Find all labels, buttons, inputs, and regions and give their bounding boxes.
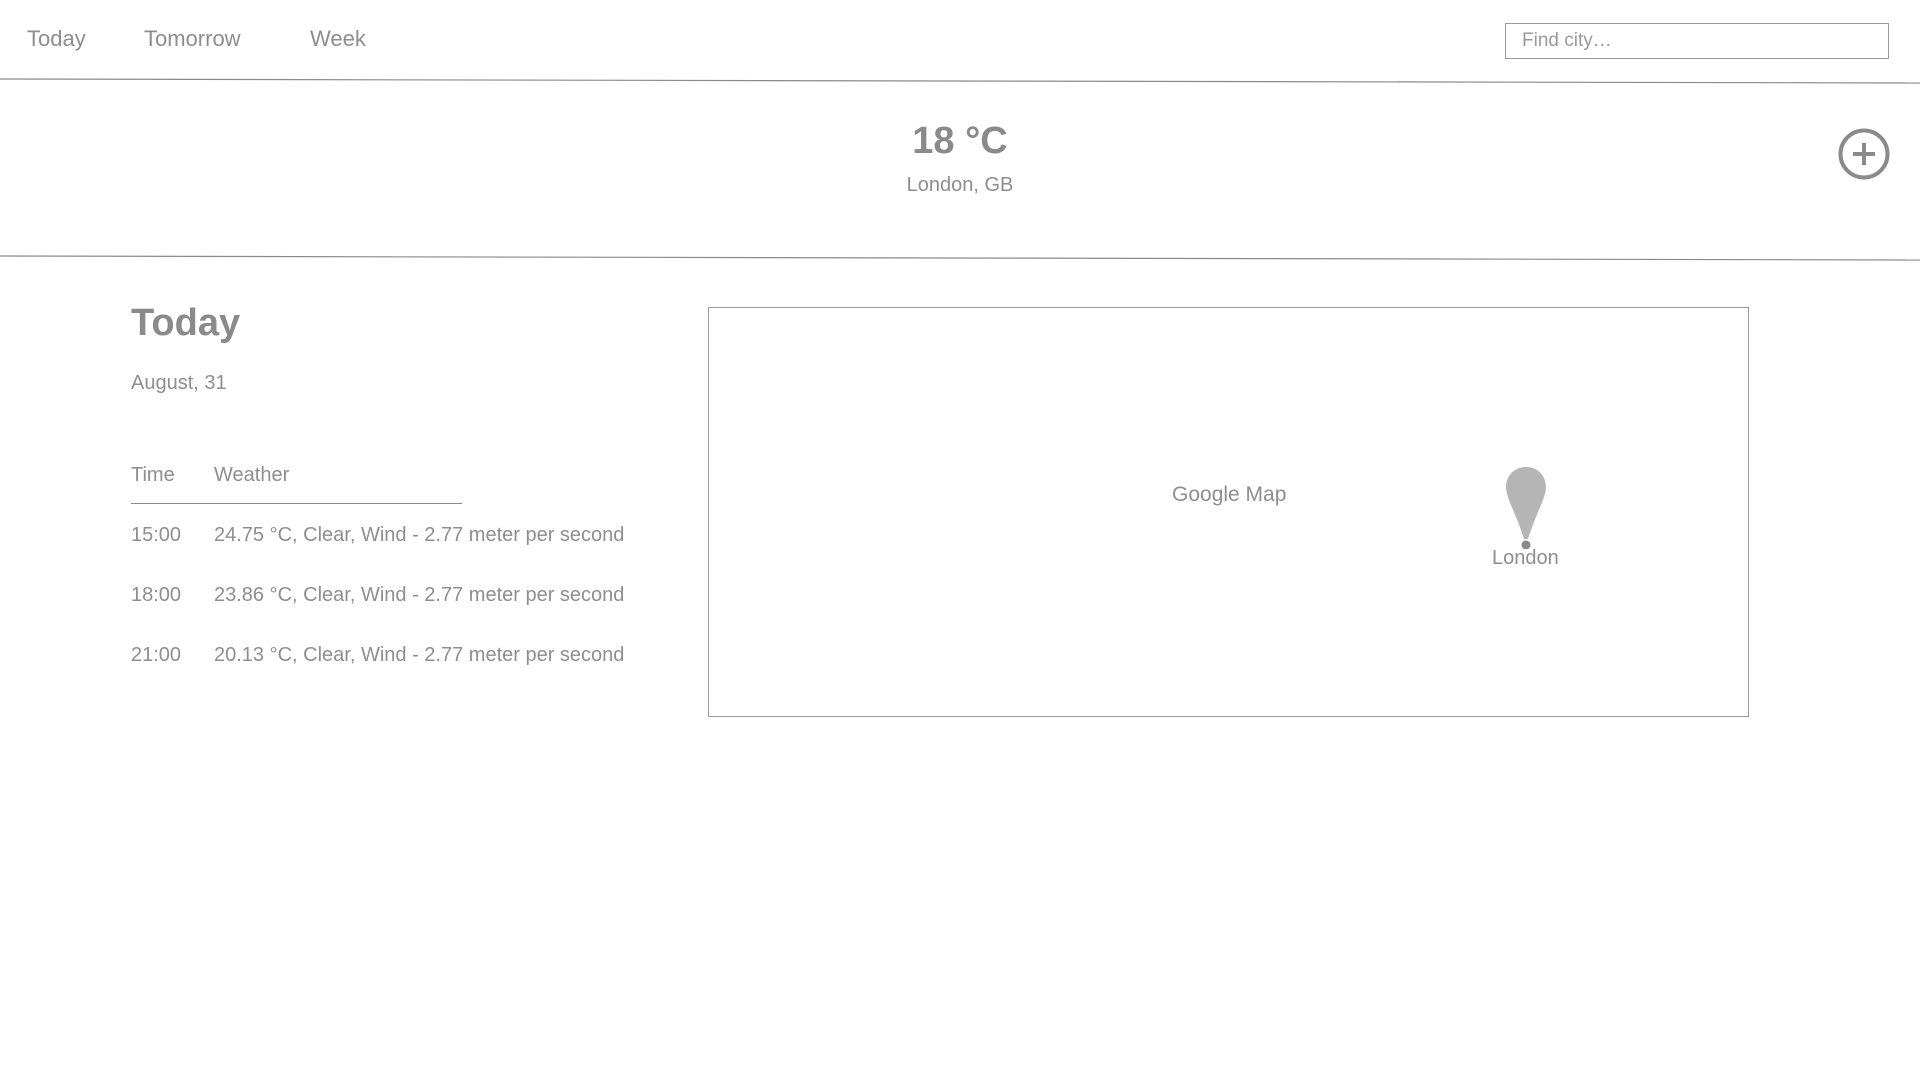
column-header-time: Time: [131, 464, 175, 486]
map-pin-icon[interactable]: [1504, 465, 1548, 549]
column-header-weather: Weather: [214, 464, 290, 486]
map-marker-label: London: [1492, 547, 1559, 569]
row-weather: 23.86 °C, Clear, Wind - 2.77 meter per s…: [214, 584, 625, 606]
row-time: 18:00: [131, 584, 182, 606]
map-panel[interactable]: Google Map London: [708, 307, 1749, 717]
row-weather: 20.13 °C, Clear, Wind - 2.77 meter per s…: [214, 644, 625, 666]
current-weather: 18 °C London, GB: [0, 118, 1920, 197]
row-weather: 24.75 °C, Clear, Wind - 2.77 meter per s…: [214, 524, 625, 546]
row-time: 21:00: [131, 644, 182, 666]
current-weather-divider: [0, 255, 1920, 261]
current-temperature: 18 °C: [912, 120, 1008, 162]
header-divider: [0, 78, 1920, 84]
tab-week[interactable]: Week: [310, 26, 366, 52]
map-label: Google Map: [1172, 483, 1287, 506]
city-search-input[interactable]: [1505, 23, 1889, 59]
day-date: August, 31: [131, 372, 227, 394]
header-underline: [131, 503, 462, 504]
tab-today[interactable]: Today: [27, 26, 86, 52]
row-time: 15:00: [131, 524, 182, 546]
day-title: Today: [131, 302, 241, 344]
tab-tomorrow[interactable]: Tomorrow: [144, 26, 241, 52]
plus-circle-icon[interactable]: [1838, 128, 1890, 180]
current-location: London, GB: [906, 174, 1014, 196]
top-nav: Today Tomorrow Week: [0, 0, 1920, 80]
